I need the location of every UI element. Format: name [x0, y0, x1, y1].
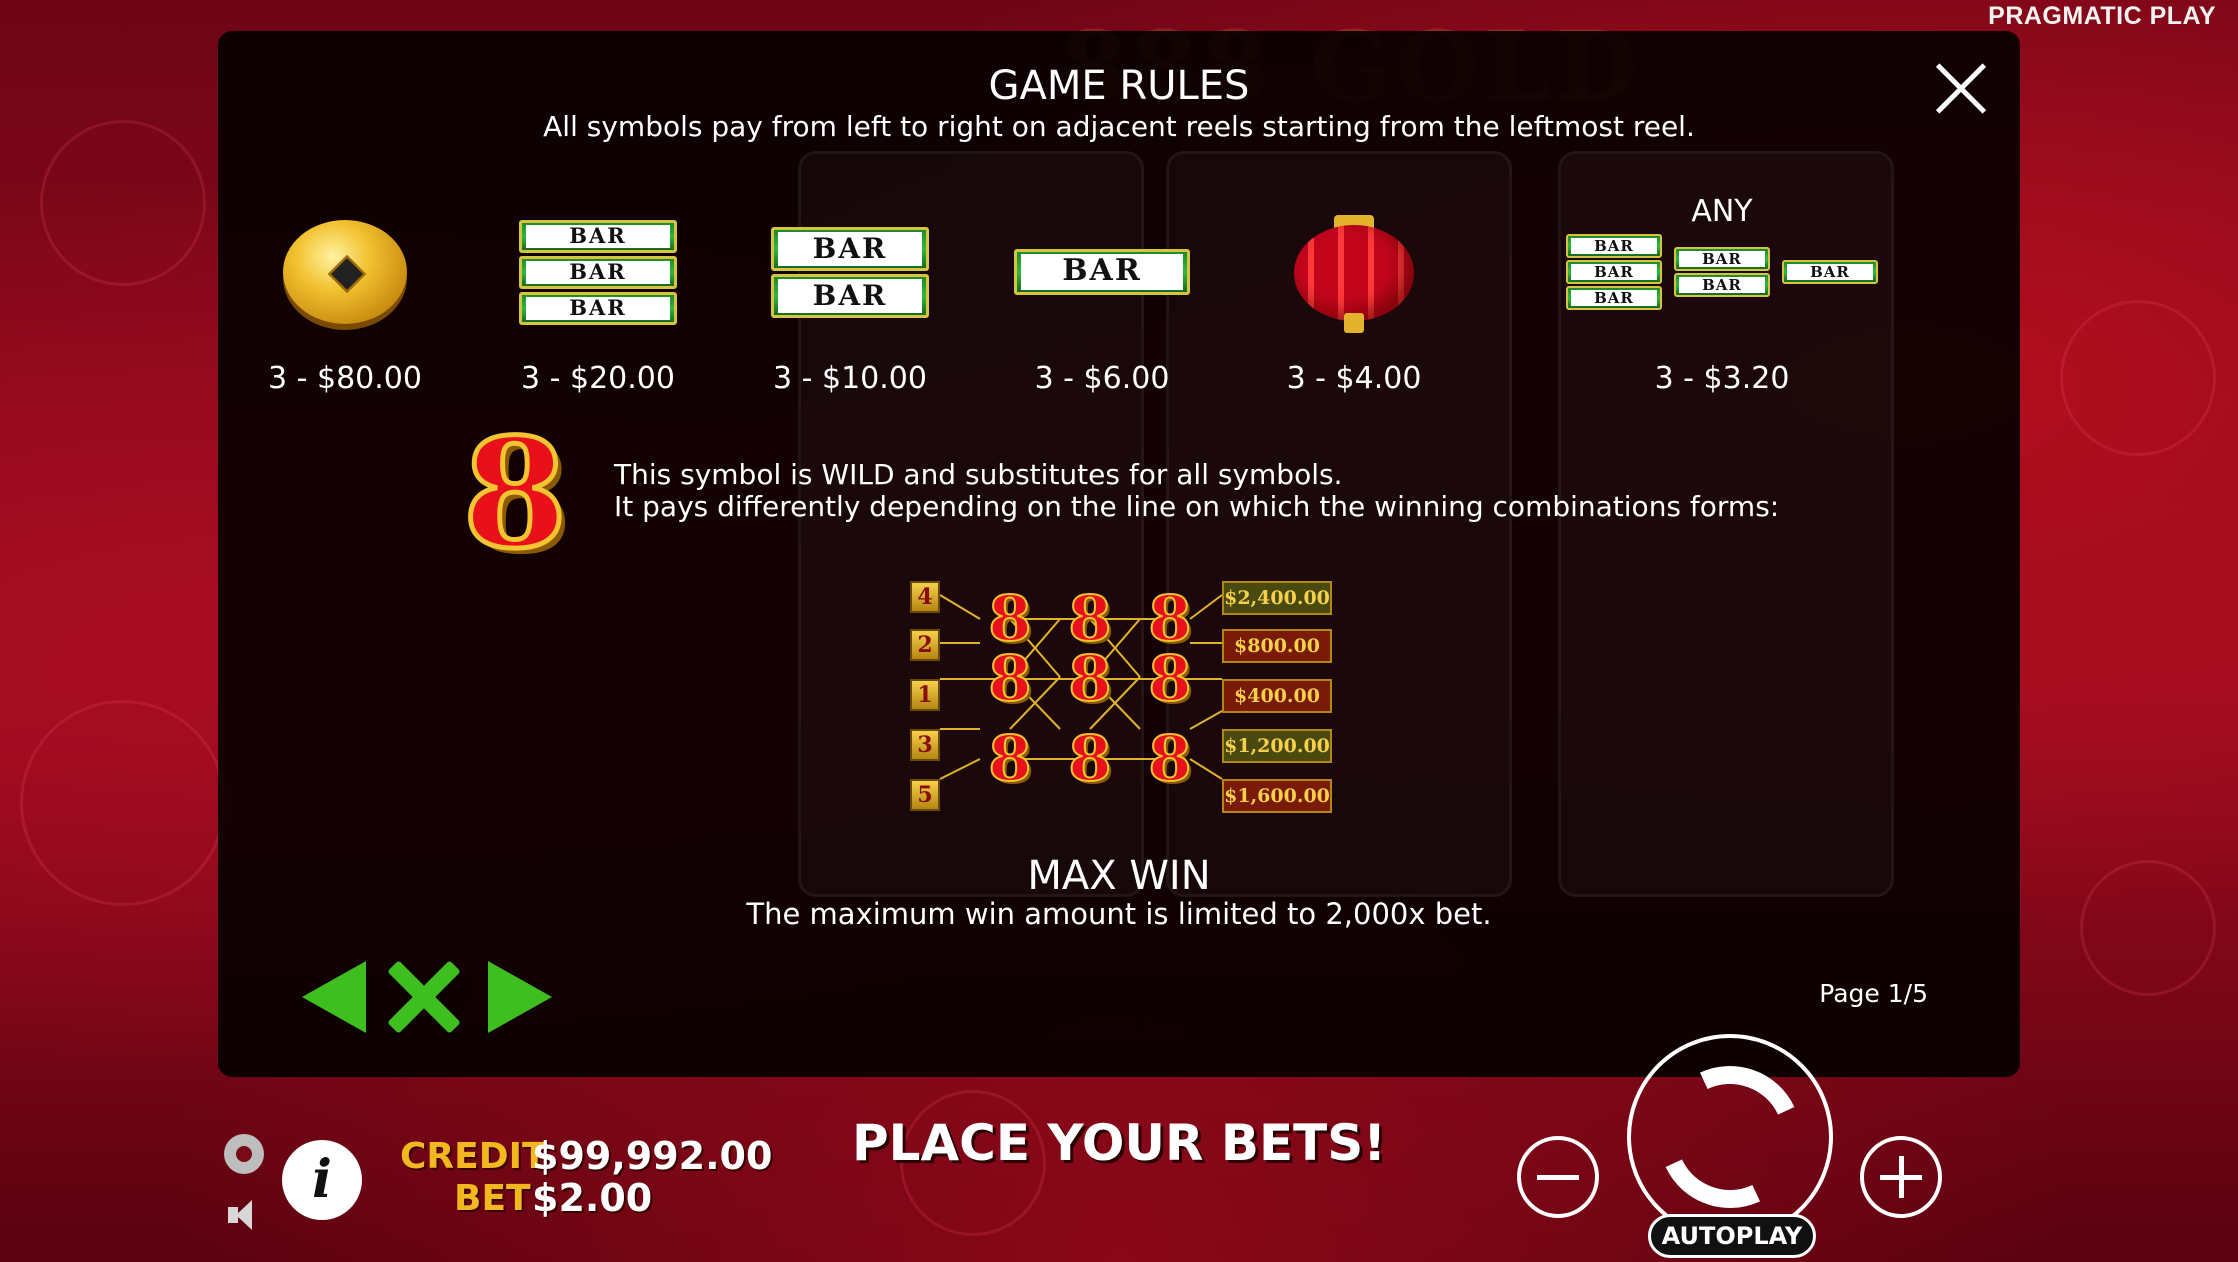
line-payout: $2,400.00: [1222, 581, 1332, 615]
double-bar-icon: BAR BAR: [730, 197, 970, 347]
red-lantern-icon: [1234, 197, 1474, 347]
wild-eight-icon: 8: [1147, 721, 1192, 796]
background-swirl: [40, 120, 206, 286]
wild-description: This symbol is WILD and substitutes for …: [614, 459, 1779, 523]
gold-coin-icon: [225, 197, 465, 347]
paytable-value: 3 - $10.00: [773, 361, 927, 396]
previous-page-arrow-icon[interactable]: [302, 961, 366, 1033]
background-swirl: [2080, 860, 2216, 996]
wild-eight-icon: 8: [987, 641, 1032, 716]
line-number-badge: 2: [910, 629, 940, 661]
wild-eight-icon: 8: [1147, 641, 1192, 716]
line-payout: $1,200.00: [1222, 729, 1332, 763]
line-number-badge: 4: [910, 581, 940, 613]
paytable-lantern: 3 - $4.00: [1234, 197, 1474, 396]
wild-eight-icon: 8: [460, 404, 569, 585]
autoplay-button[interactable]: AUTOPLAY: [1648, 1214, 1816, 1258]
spin-button[interactable]: [1627, 1034, 1833, 1240]
line-payout: $1,600.00: [1222, 779, 1332, 813]
paytable-value: 3 - $6.00: [1034, 361, 1170, 396]
rules-modal: GAME RULES All symbols pay from left to …: [218, 31, 2020, 1077]
close-icon[interactable]: [1932, 60, 1990, 118]
paytable-value: 3 - $80.00: [268, 361, 422, 396]
page-indicator: Page 1/5: [1819, 979, 1928, 1008]
bet-label: BET: [454, 1178, 531, 1219]
background-swirl: [2060, 300, 2216, 456]
modal-title: GAME RULES: [988, 63, 1250, 109]
paytable-coin: 3 - $80.00: [225, 197, 465, 396]
paytable-value: 3 - $4.00: [1286, 361, 1422, 396]
paytable-any-bar: BAR BAR BAR BAR BAR BAR 3 - $3.20: [1566, 197, 1878, 396]
bet-value: $2.00: [532, 1176, 653, 1220]
triple-bar-icon: BAR BAR BAR: [478, 197, 718, 347]
max-win-text: The maximum win amount is limited to 2,0…: [746, 897, 1492, 931]
line-number-badge: 1: [910, 679, 940, 711]
max-win-title: MAX WIN: [1027, 853, 1211, 899]
paytable-triple-bar: BAR BAR BAR 3 - $20.00: [478, 197, 718, 396]
single-bar-icon: BAR: [982, 197, 1222, 347]
line-number-badge: 5: [910, 779, 940, 811]
paytable-single-bar: BAR 3 - $6.00: [982, 197, 1222, 396]
speaker-icon[interactable]: [228, 1198, 266, 1232]
next-page-arrow-icon[interactable]: [488, 961, 552, 1033]
any-bar-icon: BAR BAR BAR BAR BAR BAR: [1566, 197, 1878, 347]
line-payout: $400.00: [1222, 679, 1332, 713]
payline-diagram: 4 2 1 3 5 8 8 8 8 8 8 8 8 8 $2,400.00 $8…: [910, 581, 1360, 856]
background-swirl: [20, 700, 226, 906]
close-rules-x-icon[interactable]: [386, 959, 462, 1035]
rules-modal-content: GAME RULES All symbols pay from left to …: [218, 31, 2020, 1077]
line-number-badge: 3: [910, 729, 940, 761]
wild-line-2: It pays differently depending on the lin…: [614, 490, 1780, 523]
wild-eight-icon: 8: [1067, 721, 1112, 796]
paytable-double-bar: BAR BAR 3 - $10.00: [730, 197, 970, 396]
decrease-bet-button[interactable]: [1517, 1136, 1599, 1218]
wild-eight-icon: 8: [987, 721, 1032, 796]
spin-arrows-icon: [1638, 1045, 1822, 1229]
wild-line-1: This symbol is WILD and substitutes for …: [614, 458, 1343, 491]
line-payout: $800.00: [1222, 629, 1332, 663]
increase-bet-button[interactable]: [1860, 1136, 1942, 1218]
payline-connectors: [939, 594, 1223, 780]
paytable-value: 3 - $20.00: [521, 361, 675, 396]
wild-eight-icon: 8: [1067, 641, 1112, 716]
paytable-value: 3 - $3.20: [1654, 361, 1790, 396]
brand-logo: PRAGMATIC PLAY: [1988, 2, 2216, 30]
modal-subtitle: All symbols pay from left to right on ad…: [543, 110, 1695, 143]
